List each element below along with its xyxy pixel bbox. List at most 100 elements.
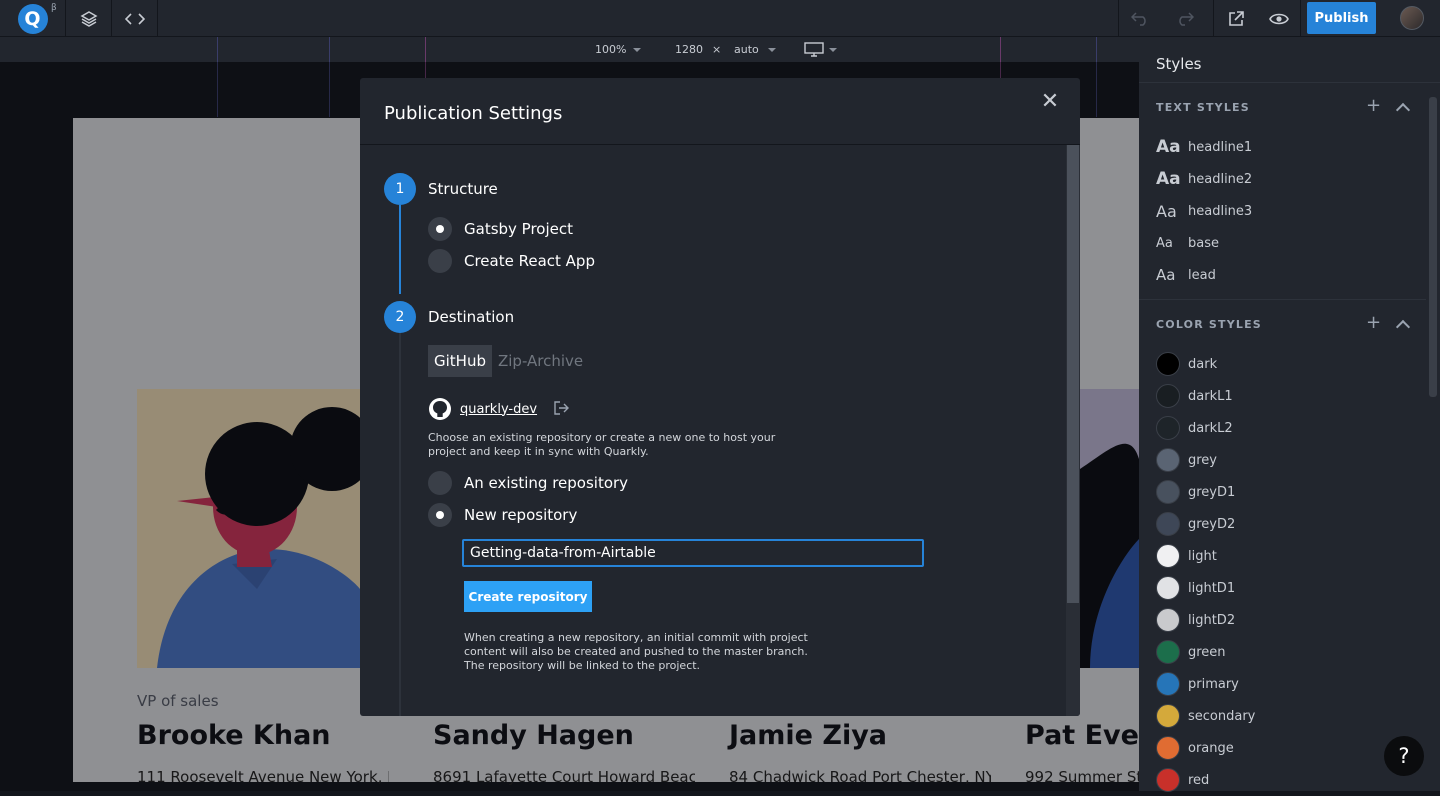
sidebar-scrollbar[interactable] — [1429, 97, 1437, 397]
color-swatch — [1156, 448, 1180, 472]
tab-github[interactable]: GitHub — [428, 345, 492, 377]
step-number-2: 2 — [384, 301, 416, 333]
color-style-item[interactable]: green — [1156, 636, 1416, 668]
color-swatch — [1156, 640, 1180, 664]
add-text-style-icon[interactable]: + — [1366, 95, 1381, 116]
height-caret-icon — [768, 48, 776, 52]
text-style-preview-icon: Aa — [1156, 169, 1181, 189]
radio-existing-repository[interactable]: An existing repository — [428, 471, 628, 495]
close-icon[interactable]: ✕ — [1040, 91, 1060, 113]
code-button[interactable] — [112, 0, 158, 37]
radio-create-react-app[interactable]: Create React App — [428, 249, 595, 273]
radio-button[interactable] — [428, 249, 452, 273]
logout-icon[interactable] — [553, 400, 570, 419]
step-connector — [399, 205, 401, 294]
color-swatch — [1156, 512, 1180, 536]
desktop-icon[interactable] — [804, 42, 824, 57]
color-swatch — [1156, 672, 1180, 696]
color-style-item[interactable]: primary — [1156, 668, 1416, 700]
color-style-item[interactable]: lightD2 — [1156, 604, 1416, 636]
add-color-style-icon[interactable]: + — [1366, 312, 1381, 333]
color-style-label: grey — [1188, 452, 1218, 468]
open-external-button[interactable] — [1213, 0, 1257, 37]
color-style-label: secondary — [1188, 708, 1256, 724]
color-style-item[interactable]: greyD2 — [1156, 508, 1416, 540]
note-line: When creating a new repository, an initi… — [464, 631, 808, 644]
github-username-link[interactable]: quarkly-dev — [460, 402, 537, 417]
text-style-label: headline1 — [1188, 139, 1253, 155]
help-button[interactable]: ? — [1384, 736, 1424, 776]
help-text-line: Choose an existing repository or create … — [428, 431, 776, 444]
note-line: content will also be created and pushed … — [464, 645, 808, 658]
color-style-item[interactable]: greyD1 — [1156, 476, 1416, 508]
collapse-color-styles-icon[interactable] — [1395, 319, 1411, 335]
text-style-item[interactable]: Aa lead — [1156, 259, 1416, 291]
logo-mark: Q — [17, 3, 48, 34]
color-swatch — [1156, 352, 1180, 376]
user-avatar[interactable] — [1400, 6, 1424, 30]
text-style-label: lead — [1188, 267, 1216, 283]
color-style-item[interactable]: lightD1 — [1156, 572, 1416, 604]
text-style-item[interactable]: Aa base — [1156, 227, 1416, 259]
radio-button[interactable] — [428, 471, 452, 495]
height-select[interactable]: auto — [734, 43, 759, 56]
radio-new-repository[interactable]: New repository — [428, 503, 577, 527]
text-style-preview-icon: Aa — [1156, 201, 1177, 221]
color-style-item[interactable]: darkL1 — [1156, 380, 1416, 412]
color-style-item[interactable]: orange — [1156, 732, 1416, 764]
canvas-toolbar: 100% 1280 × auto — [0, 37, 1139, 62]
color-style-item[interactable]: red — [1156, 764, 1416, 796]
color-style-label: green — [1188, 644, 1226, 660]
color-swatch — [1156, 480, 1180, 504]
color-style-item[interactable]: darkL2 — [1156, 412, 1416, 444]
publish-button[interactable]: Publish — [1307, 2, 1376, 34]
text-styles-title: TEXT STYLES — [1156, 101, 1250, 114]
layers-button[interactable] — [66, 0, 112, 37]
color-style-item[interactable]: light — [1156, 540, 1416, 572]
color-style-item[interactable]: dark — [1156, 348, 1416, 380]
step-connector — [399, 333, 401, 716]
color-style-label: light — [1188, 548, 1217, 564]
section-divider — [1139, 299, 1426, 300]
zoom-select[interactable]: 100% — [595, 43, 626, 56]
color-swatch — [1156, 768, 1180, 792]
color-style-label: primary — [1188, 676, 1239, 692]
text-style-label: base — [1188, 235, 1219, 251]
radio-button[interactable] — [428, 503, 452, 527]
radio-gatsby-project[interactable]: Gatsby Project — [428, 217, 573, 241]
repository-help-text: Choose an existing repository or create … — [428, 431, 775, 459]
text-style-item[interactable]: Aa headline1 — [1156, 131, 1416, 163]
create-repository-button[interactable]: Create repository — [464, 581, 592, 612]
color-swatch — [1156, 608, 1180, 632]
redo-button[interactable] — [1164, 0, 1206, 37]
tab-zip-archive[interactable]: Zip-Archive — [492, 345, 589, 377]
code-icon — [124, 12, 145, 25]
color-style-label: greyD2 — [1188, 516, 1236, 532]
text-style-preview-icon: Aa — [1156, 137, 1181, 157]
note-line: The repository will be linked to the pro… — [464, 659, 701, 672]
tab-divider — [1139, 82, 1440, 83]
tab-styles[interactable]: Styles — [1156, 55, 1202, 73]
color-style-item[interactable]: grey — [1156, 444, 1416, 476]
external-link-icon — [1228, 10, 1244, 26]
text-style-item[interactable]: Aa headline3 — [1156, 195, 1416, 227]
color-style-label: darkL2 — [1188, 420, 1233, 436]
color-style-item[interactable]: secondary — [1156, 700, 1416, 732]
width-input[interactable]: 1280 — [675, 43, 703, 56]
dialog-scrollbar[interactable] — [1067, 145, 1079, 603]
beta-badge: β — [51, 3, 57, 13]
radio-selected-dot — [436, 225, 444, 233]
redo-icon — [1179, 11, 1194, 26]
undo-icon — [1130, 11, 1146, 26]
radio-button[interactable] — [428, 217, 452, 241]
repository-name-input[interactable] — [462, 539, 924, 567]
color-style-label: dark — [1188, 356, 1218, 372]
text-style-item[interactable]: Aa headline2 — [1156, 163, 1416, 195]
collapse-text-styles-icon[interactable] — [1395, 102, 1411, 118]
zoom-caret-icon — [633, 48, 641, 52]
step-title-structure: Structure — [428, 180, 498, 198]
undo-button[interactable] — [1118, 0, 1160, 37]
radio-label: Create React App — [464, 252, 595, 270]
preview-button[interactable] — [1257, 0, 1301, 37]
quarkly-logo[interactable]: Q β — [0, 0, 66, 37]
